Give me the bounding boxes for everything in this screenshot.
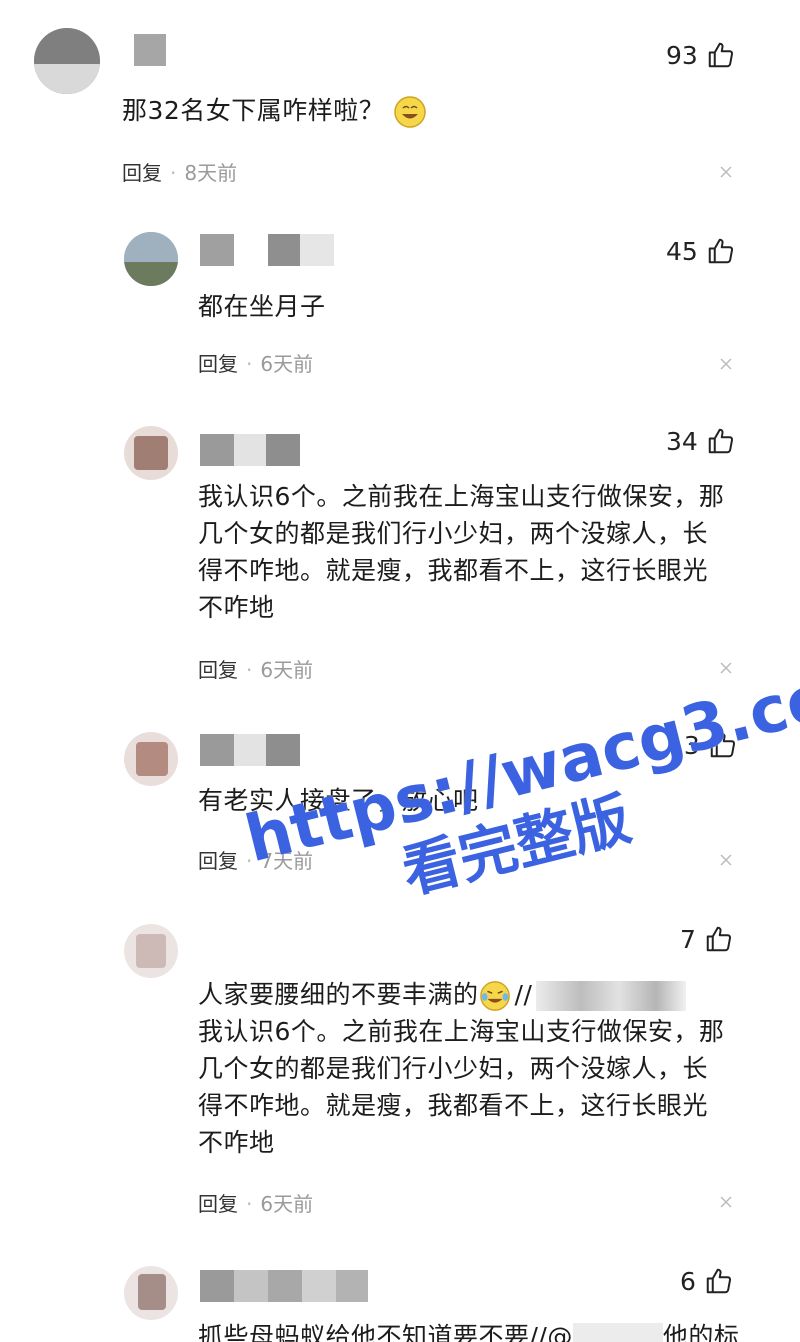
comment-text: 有老实人接盘了，放心吧 <box>198 786 479 815</box>
comment-meta: 回复 · 6天前 <box>198 1192 314 1216</box>
username-blurred[interactable] <box>200 434 300 466</box>
close-icon[interactable] <box>718 164 734 180</box>
comment-meta: 回复 · 6天前 <box>198 658 314 682</box>
comment-text: 那32名女下属咋样啦？ <box>122 92 427 129</box>
reply-button[interactable]: 回复 <box>122 161 162 185</box>
like-button[interactable]: 45 <box>666 236 736 266</box>
reply-button[interactable]: 回复 <box>198 658 238 682</box>
comment-text: 抓些母蚂蚁给他不知道要不要//@ 他的标 <box>198 1318 739 1342</box>
thumbs-up-icon <box>706 1268 731 1294</box>
thumbs-up-icon <box>708 428 733 454</box>
comment-text: 都在坐月子 <box>198 292 326 321</box>
comment-meta: 回复 · 7天前 <box>198 849 314 873</box>
like-count: 6 <box>680 1266 696 1296</box>
comment-text: 人家要腰细的不要丰满的// 我认识6个。之前我在上海宝山支行做保安，那 几个女的… <box>198 980 725 1157</box>
comment-time: 8天前 <box>184 161 238 185</box>
comment-3: 34 我认识6个。之前我在上海宝山支行做保安，那 几个女的都是我们行小少妇，两个… <box>0 400 800 700</box>
avatar[interactable] <box>124 732 178 786</box>
reply-button[interactable]: 回复 <box>198 849 238 873</box>
thumbs-up-icon <box>708 238 733 264</box>
like-count: 7 <box>680 924 696 954</box>
close-icon[interactable] <box>718 1194 734 1210</box>
comment-6: 6 抓些母蚂蚁给他不知道要不要//@ 他的标 <box>0 1250 800 1342</box>
close-icon[interactable] <box>718 852 734 868</box>
username-blurred[interactable] <box>134 34 166 66</box>
laughing-crying-emoji-icon <box>479 981 510 1011</box>
comment-4: 13 有老实人接盘了，放心吧 回复 · 7天前 <box>0 700 800 900</box>
comment-5: 7 人家要腰细的不要丰满的// 我认识6个。之前我在上海宝山支行做保安，那 几个… <box>0 900 800 1250</box>
thumbs-up-icon <box>708 42 733 68</box>
comment-time: 7天前 <box>260 849 314 873</box>
like-count: 93 <box>666 40 698 70</box>
like-button[interactable]: 7 <box>680 924 734 954</box>
thumbs-up-icon <box>706 926 731 952</box>
username-blurred[interactable] <box>200 234 334 266</box>
avatar[interactable] <box>124 426 178 480</box>
thumbs-up-icon <box>710 732 735 758</box>
like-button[interactable]: 93 <box>666 40 736 70</box>
like-button[interactable]: 34 <box>666 426 736 456</box>
comment-meta: 回复 · 8天前 <box>122 161 238 185</box>
comment-2: 45 都在坐月子 回复 · 6天前 <box>0 200 800 400</box>
mention-blurred[interactable] <box>536 981 687 1011</box>
avatar[interactable] <box>124 232 178 286</box>
like-count: 13 <box>668 730 700 760</box>
avatar[interactable] <box>124 924 178 978</box>
reply-button[interactable]: 回复 <box>198 352 238 376</box>
close-icon[interactable] <box>718 356 734 372</box>
like-count: 34 <box>666 426 698 456</box>
close-icon[interactable] <box>718 660 734 676</box>
like-count: 45 <box>666 236 698 266</box>
avatar[interactable] <box>34 28 100 94</box>
mention-blurred[interactable] <box>572 1323 663 1342</box>
comment-1: 93 那32名女下属咋样啦？ 回复 · 8天前 <box>0 0 800 200</box>
comment-meta: 回复 · 6天前 <box>198 352 314 376</box>
comment-time: 6天前 <box>260 658 314 682</box>
username-blurred[interactable] <box>200 1270 368 1302</box>
grinning-face-emoji-icon <box>394 96 426 128</box>
comment-time: 6天前 <box>260 352 314 376</box>
reply-button[interactable]: 回复 <box>198 1192 238 1216</box>
like-button[interactable]: 13 <box>668 730 738 760</box>
comment-time: 6天前 <box>260 1192 314 1216</box>
username-blurred[interactable] <box>200 734 300 766</box>
comment-text: 我认识6个。之前我在上海宝山支行做保安，那 几个女的都是我们行小少妇，两个没嫁人… <box>198 482 725 622</box>
like-button[interactable]: 6 <box>680 1266 734 1296</box>
avatar[interactable] <box>124 1266 178 1320</box>
